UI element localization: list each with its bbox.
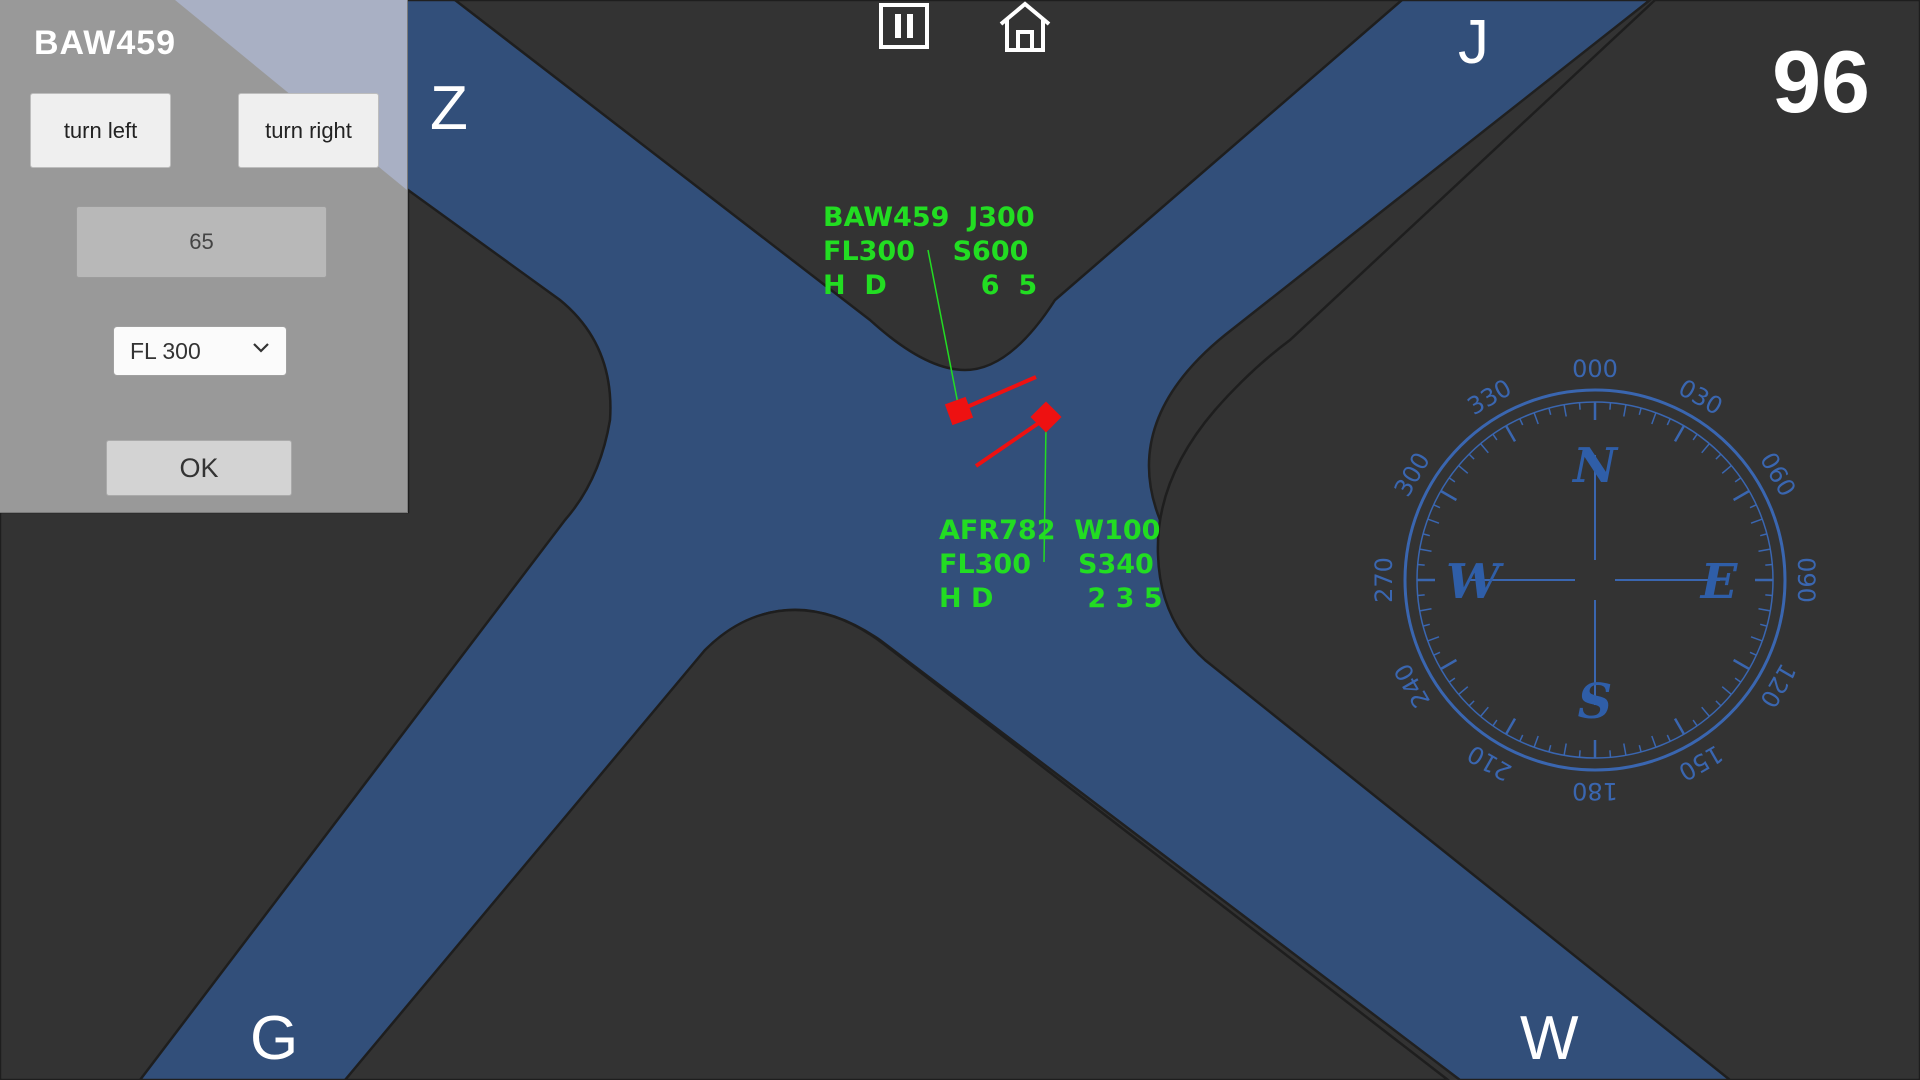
compass-tick [1609,750,1612,758]
compass-tick [1609,402,1612,410]
exit-label-z: Z [430,74,468,143]
compass-cardinal-w: W [1446,554,1504,610]
data-tag-afr782[interactable]: AFR782 W100 FL300 S340 H D 2 3 5 [939,515,1163,614]
compass-tick [1578,750,1581,758]
compass-tick [1578,402,1581,410]
home-icon [999,1,1051,52]
selected-callsign: BAW459 [34,24,177,62]
compass-degree-label: 090 [1792,557,1820,603]
compass-tick [1765,594,1773,597]
home-button[interactable] [996,0,1054,56]
pause-icon [879,3,929,49]
turn-right-button[interactable]: turn right [238,93,379,168]
exit-label-w: W [1520,1004,1579,1073]
tag-line-level: FL300 S340 [939,549,1154,580]
flight-level-dropdown[interactable]: FL 300 [113,326,287,376]
compass-tick [1765,563,1773,566]
data-tag-baw459[interactable]: BAW459 J300 FL300 S600 H D 6 5 [823,202,1037,301]
tag-line-heading: H D 2 3 5 [939,583,1163,614]
ok-button[interactable]: OK [106,440,292,496]
exit-label-g: G [250,1004,299,1073]
exit-label-j: J [1458,8,1489,77]
compass-cardinal-n: N [1571,438,1619,494]
pause-button[interactable] [876,0,934,56]
tag-line-level: FL300 S600 [823,236,1028,267]
tag-line-callsign: AFR782 W100 [939,515,1160,546]
compass-cardinal-e: E [1699,554,1739,610]
compass-cardinal-s: S [1578,674,1613,730]
chevron-down-icon [253,343,269,353]
tag-line-heading: H D 6 5 [823,270,1037,301]
compass-tick [1417,563,1425,566]
compass-degree-label: 180 [1572,777,1618,805]
compass-degree-label: 000 [1572,355,1618,383]
turn-left-button[interactable]: turn left [30,93,171,168]
flight-level-value: FL 300 [130,337,201,364]
aircraft-control-panel: BAW459 turn left turn right 65 FL 300 OK [0,0,408,513]
tag-line-callsign: BAW459 J300 [823,202,1035,233]
heading-input[interactable]: 65 [76,206,327,278]
compass-tick [1417,594,1425,597]
compass-degree-label: 270 [1370,557,1398,603]
score-counter: 96 [1772,32,1870,131]
